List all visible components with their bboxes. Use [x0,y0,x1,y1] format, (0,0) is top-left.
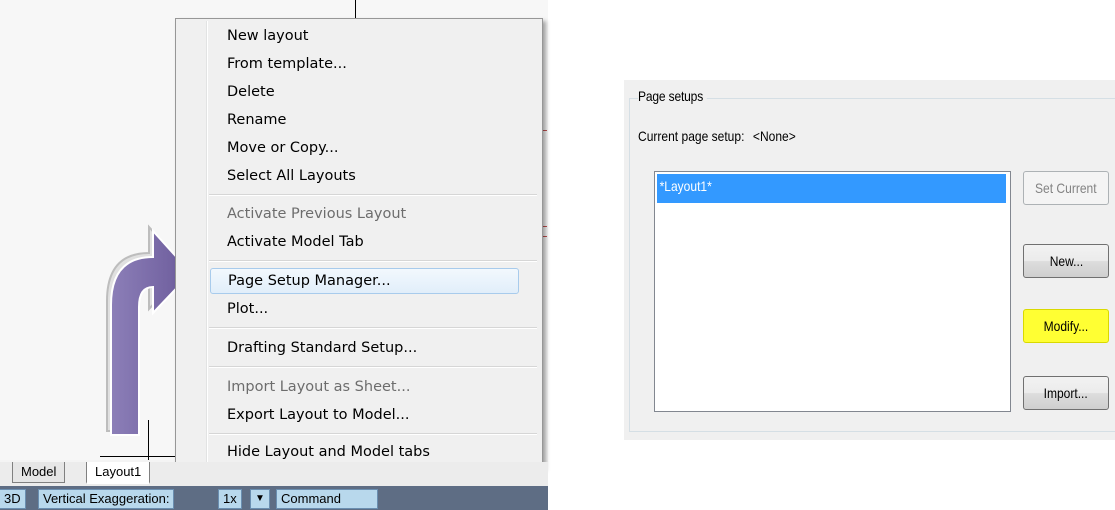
menu-item-activate-previous-layout: Activate Previous Layout [227,206,407,222]
menu-separator [209,366,537,368]
status-3d-toggle[interactable]: 3D [0,489,26,509]
menu-item-move-or-copy[interactable]: Move or Copy... [227,135,537,161]
cad-workspace: New layout From template... Delete Renam… [0,0,548,510]
menu-item-rename[interactable]: Rename [227,107,537,133]
layout-context-menu: New layout From template... Delete Renam… [175,18,543,468]
modify-button[interactable]: Modify... [1023,309,1109,343]
status-bar: 3D Vertical Exaggeration: 1x ▼ Command [0,486,548,510]
new-button[interactable]: New... [1023,244,1109,278]
vertical-exaggeration-value[interactable]: 1x [218,489,242,509]
menu-separator [209,327,537,329]
menu-item-import-layout-as-sheet: Import Layout as Sheet... [227,379,411,395]
menu-item-plot[interactable]: Plot... [227,296,537,322]
page-setup-list[interactable]: *Layout1* [654,171,1011,412]
menu-item-drafting-standard-setup[interactable]: Drafting Standard Setup... [227,335,537,361]
menu-separator [209,194,537,196]
menu-item-page-setup-manager[interactable]: Page Setup Manager... [210,268,519,294]
menu-item-export-layout-to-model[interactable]: Export Layout to Model... [227,402,537,428]
group-title: Page setups [638,88,707,104]
menu-item-from-template[interactable]: From template... [227,51,537,77]
drawing-line [355,0,356,18]
menu-separator [209,260,537,262]
layout-tabs-bar: Model Layout1 [0,462,548,486]
current-page-setup-label: Current page setup: [638,128,745,144]
chevron-down-icon[interactable]: ▼ [250,489,270,509]
menu-item-activate-model-tab[interactable]: Activate Model Tab [227,229,537,255]
menu-item-delete[interactable]: Delete [227,79,537,105]
menu-item-select-all-layouts[interactable]: Select All Layouts [227,163,537,189]
command-line-button[interactable]: Command [276,489,378,509]
page-setup-manager-dialog: Page setups Current page setup: <None> *… [624,80,1115,440]
tab-model[interactable]: Model [12,462,66,483]
import-button[interactable]: Import... [1023,376,1109,410]
menu-icon-gutter [206,21,208,465]
vertical-exaggeration-label: Vertical Exaggeration: [38,489,175,509]
drawing-line [100,456,176,457]
current-page-setup: Current page setup: <None> [638,128,796,144]
current-page-setup-value: <None> [752,128,796,144]
menu-item-new-layout[interactable]: New layout [227,23,537,49]
tab-layout1[interactable]: Layout1 [86,462,151,484]
set-current-button: Set Current [1023,171,1109,205]
menu-separator [209,433,537,435]
list-item-label: *Layout1* [659,178,712,194]
list-item[interactable]: *Layout1* [657,174,1006,203]
